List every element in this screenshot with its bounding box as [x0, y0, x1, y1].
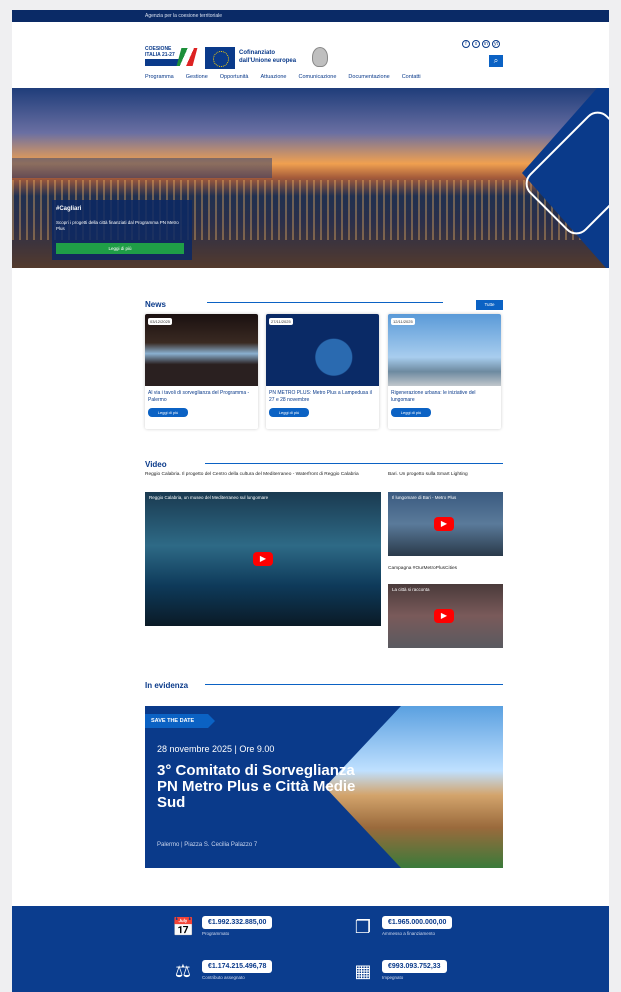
evidenza-section-title: In evidenza — [145, 681, 189, 690]
play-icon[interactable]: ▶ — [434, 517, 454, 531]
stats-footer: 📅 €1.992.332.885,00 Programmato ❐ €1.965… — [12, 906, 609, 992]
stat-impegnato: ▦ €993.093.752,33 Impegnato — [352, 960, 447, 982]
hero-card: #Cagliari Scopri i progetti della città … — [52, 200, 192, 260]
stat-value: €1.992.332.885,00 — [202, 916, 273, 929]
video-side2-caption: Campagna #OurMetroPlusCities — [388, 566, 458, 571]
video-divider — [205, 463, 503, 464]
header: COESIONE ITALIA 21-27 Cofinanziato dall'… — [12, 22, 609, 70]
news-card[interactable]: 12/11/2025 Rigenerazione urbana: le iniz… — [388, 314, 501, 429]
news-card-button[interactable]: Leggi di più — [148, 408, 188, 417]
nav-item-documentazione[interactable]: Documentazione — [348, 74, 389, 80]
news-card-date: 27/11/2025 — [269, 318, 293, 325]
hero-text: Scopri i progetti della città finanziati… — [56, 220, 179, 231]
italian-republic-emblem-icon — [312, 47, 328, 67]
stat-value: €993.093.752,33 — [382, 960, 447, 973]
news-divider — [207, 302, 443, 303]
x-icon[interactable]: x — [472, 40, 480, 48]
video-side1-title: Il lungomare di Bari - Metro Plus — [392, 495, 457, 500]
stat-contributo: ⚖ €1.174.215.496,78 Contributo assegnato — [172, 960, 273, 982]
main-nav: Programma Gestione Opportunità Attuazion… — [145, 74, 421, 80]
news-all-button[interactable]: Tutte — [476, 300, 503, 310]
search-icon: ⌕ — [493, 56, 499, 65]
video-side2-title: La città si racconta — [392, 587, 430, 592]
scale-icon: ⚖ — [174, 961, 192, 981]
linkedin-icon[interactable]: in — [482, 40, 490, 48]
play-icon[interactable]: ▶ — [434, 609, 454, 623]
calculator-icon: ▦ — [354, 961, 372, 981]
top-bar-link[interactable]: Agenzia per la coesione territoriale — [145, 13, 222, 19]
news-section-title: News — [145, 300, 166, 309]
stat-label: Impegnato — [382, 975, 404, 980]
hero-title: #Cagliari — [56, 206, 82, 212]
stat-label: Programmato — [202, 931, 230, 936]
evidenza-divider — [205, 684, 503, 685]
news-card-image: 12/11/2025 — [388, 314, 501, 386]
calendar-check-icon: 📅 — [172, 917, 195, 937]
event-banner[interactable]: SAVE THE DATE 28 novembre 2025 | Ore 9.0… — [145, 706, 503, 868]
video-side2-player[interactable]: La città si racconta ▶ — [388, 584, 503, 648]
video-side1-player[interactable]: Il lungomare di Bari - Metro Plus ▶ — [388, 492, 503, 556]
stat-value: €1.965.000.000,00 — [382, 916, 453, 929]
stat-programmato: 📅 €1.992.332.885,00 Programmato — [172, 916, 273, 938]
social-links: f x in yt — [462, 40, 500, 48]
video-main-caption: Reggio Calabria. Il progetto del Centro … — [145, 472, 359, 477]
stat-value: €1.174.215.496,78 — [202, 960, 273, 973]
eu-text-line1: Cofinanziato — [239, 50, 275, 56]
video-main-title: Reggio Calabria, un museo del Mediterran… — [149, 495, 269, 500]
news-card-date: 12/11/2025 — [391, 318, 415, 325]
nav-item-opportunita[interactable]: Opportunità — [220, 74, 249, 80]
facebook-icon[interactable]: f — [462, 40, 470, 48]
nav-item-comunicazione[interactable]: Comunicazione — [299, 74, 337, 80]
news-card[interactable]: 27/11/2025 PN METRO PLUS: Metro Plus a L… — [266, 314, 379, 429]
nav-item-programma[interactable]: Programma — [145, 74, 174, 80]
hero-read-more-button[interactable]: Leggi di più — [56, 243, 184, 254]
eu-text: Cofinanziato dall'Unione europea — [239, 49, 296, 65]
news-card[interactable]: 03/12/2025 Al via i tavoli di sorveglian… — [145, 314, 258, 429]
event-headline: 3° Comitato di Sorveglianza PN Metro Plu… — [157, 762, 356, 811]
news-card-image: 27/11/2025 — [266, 314, 379, 386]
news-card-title[interactable]: Al via i tavoli di sorveglianza del Prog… — [145, 386, 258, 408]
video-main-player[interactable]: Reggio Calabria, un museo del Mediterran… — [145, 492, 381, 626]
copy-icon: ❐ — [354, 917, 372, 937]
youtube-icon[interactable]: yt — [492, 40, 500, 48]
coesione-logo[interactable]: COESIONE ITALIA 21-27 — [145, 46, 199, 70]
news-card-button[interactable]: Leggi di più — [391, 408, 431, 417]
top-bar: Agenzia per la coesione territoriale — [12, 10, 609, 22]
event-place: Palermo | Piazza S. Cecilia Palazzo 7 — [157, 842, 258, 848]
event-date: 28 novembre 2025 | Ore 9.00 — [157, 744, 275, 754]
stat-label: Ammesso a finanziamento — [382, 931, 436, 936]
news-card-button[interactable]: Leggi di più — [269, 408, 309, 417]
coesione-logo-text: COESIONE ITALIA 21-27 — [145, 46, 175, 58]
news-card-title[interactable]: PN METRO PLUS: Metro Plus a Lampedusa il… — [266, 386, 379, 408]
save-the-date-tag: SAVE THE DATE — [145, 714, 215, 728]
nav-item-attuazione[interactable]: Attuazione — [261, 74, 287, 80]
news-card-title[interactable]: Rigenerazione urbana: le iniziative del … — [388, 386, 501, 408]
eu-flag-icon — [205, 47, 235, 69]
italy-flag-icon — [176, 48, 198, 66]
eu-text-line2: dall'Unione europea — [239, 58, 297, 64]
video-section-title: Video — [145, 460, 167, 469]
page: Agenzia per la coesione territoriale COE… — [12, 10, 609, 992]
nav-item-gestione[interactable]: Gestione — [186, 74, 208, 80]
stat-ammesso: ❐ €1.965.000.000,00 Ammesso a finanziame… — [352, 916, 453, 938]
news-card-date: 03/12/2025 — [148, 318, 173, 325]
video-side1-caption: Bari. Un progetto sulla Smart Lighting — [388, 472, 468, 477]
play-icon[interactable]: ▶ — [253, 552, 273, 566]
search-button[interactable]: ⌕ — [489, 55, 503, 67]
stat-label: Contributo assegnato — [202, 975, 245, 980]
news-card-image: 03/12/2025 — [145, 314, 258, 386]
logo-bar — [145, 59, 179, 66]
nav-item-contatti[interactable]: Contatti — [402, 74, 421, 80]
hero-sea — [12, 158, 272, 178]
